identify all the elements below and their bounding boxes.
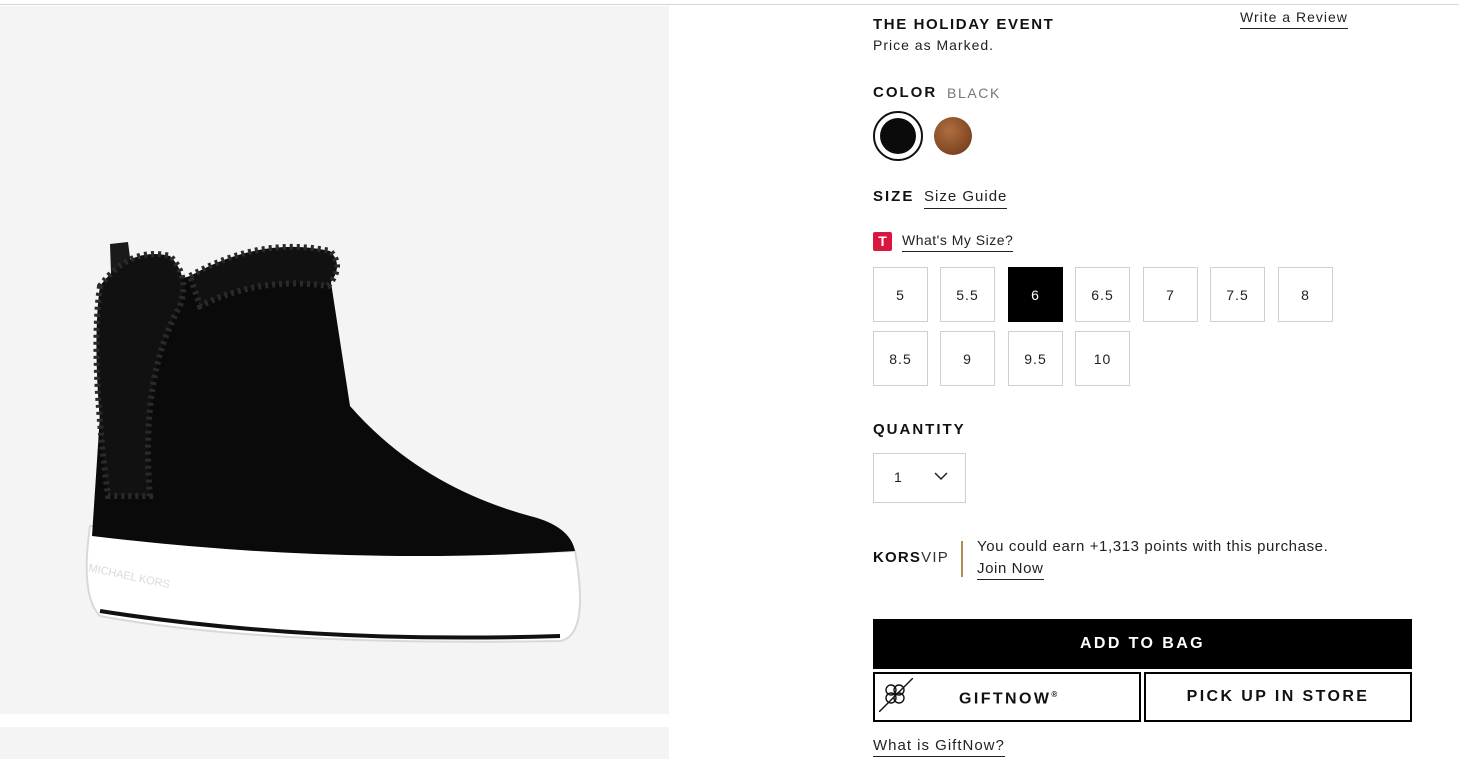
giftnow-label: GIFTNOW®: [959, 690, 1057, 708]
size-option-6-5[interactable]: 6.5: [1075, 267, 1130, 322]
what-is-giftnow-link[interactable]: What is GiftNow?: [873, 737, 1005, 757]
swatch-black[interactable]: [880, 118, 916, 154]
add-to-bag-button[interactable]: ADD TO BAG: [873, 619, 1412, 669]
size-option-10[interactable]: 10: [1075, 331, 1130, 386]
product-image-panel-2[interactable]: [0, 727, 669, 759]
color-selected-value: BLACK: [947, 85, 1001, 101]
pick-up-in-store-button[interactable]: PICK UP IN STORE: [1144, 672, 1412, 722]
quantity-select[interactable]: 1: [873, 453, 966, 503]
size-option-9-5[interactable]: 9.5: [1008, 331, 1063, 386]
color-label: COLOR: [873, 84, 938, 101]
promo-subtitle: Price as Marked.: [873, 37, 995, 53]
size-option-5-5[interactable]: 5.5: [940, 267, 995, 322]
giftnow-text: GIFTNOW: [959, 690, 1052, 708]
korsvip-divider: [961, 541, 963, 577]
korsvip-logo: KORSVIP: [873, 549, 949, 566]
size-option-8[interactable]: 8: [1278, 267, 1333, 322]
true-fit-icon: T: [873, 232, 892, 251]
chevron-down-icon: [934, 472, 948, 481]
size-option-9[interactable]: 9: [940, 331, 995, 386]
top-divider: [0, 4, 1459, 5]
size-option-5[interactable]: 5: [873, 267, 928, 322]
promo-title: THE HOLIDAY EVENT: [873, 16, 1055, 33]
quantity-value: 1: [894, 469, 902, 485]
giftnow-registered-mark: ®: [1051, 690, 1058, 699]
write-review-link[interactable]: Write a Review: [1240, 9, 1348, 29]
korsvip-logo-light: VIP: [921, 549, 949, 566]
korsvip-earn-text: You could earn +1,313 points with this p…: [977, 538, 1329, 555]
giftnow-button[interactable]: GIFTNOW®: [873, 672, 1141, 722]
giftnow-bow-icon: [879, 678, 913, 712]
whats-my-size-link[interactable]: What's My Size?: [902, 232, 1014, 252]
size-option-7[interactable]: 7: [1143, 267, 1198, 322]
product-image-panel[interactable]: MICHAEL KORS: [0, 6, 669, 714]
size-option-8-5[interactable]: 8.5: [873, 331, 928, 386]
size-option-7-5[interactable]: 7.5: [1210, 267, 1265, 322]
size-guide-link[interactable]: Size Guide: [924, 188, 1008, 209]
korsvip-logo-bold: KORS: [873, 549, 922, 566]
quantity-label: QUANTITY: [873, 421, 966, 438]
size-label: SIZE: [873, 188, 915, 205]
join-now-link[interactable]: Join Now: [977, 560, 1044, 580]
swatch-brown[interactable]: [934, 117, 972, 155]
product-image: MICHAEL KORS: [85, 242, 581, 643]
size-option-6[interactable]: 6: [1008, 267, 1063, 322]
